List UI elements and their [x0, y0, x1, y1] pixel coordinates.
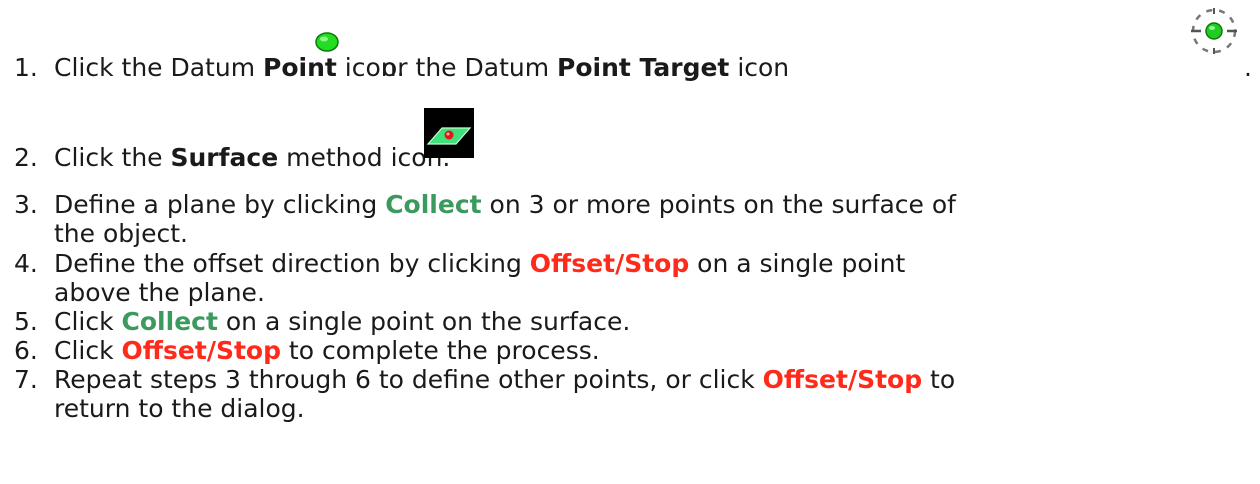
- collect-keyword: Collect: [121, 307, 218, 336]
- point-target-label: Point Target: [557, 53, 730, 82]
- step-number: 4.: [14, 249, 38, 278]
- target-crosshair-icon: [1185, 0, 1243, 62]
- step-text: Click: [54, 307, 122, 336]
- step-text: Click the Datum: [54, 53, 264, 82]
- offset-stop-keyword: Offset/Stop: [121, 336, 281, 365]
- step-text: on a single point: [689, 249, 906, 278]
- step-6: 6. Click Offset/Stop to complete the proc…: [14, 336, 1244, 365]
- step-text-continued: return to the dialog.: [54, 394, 305, 423]
- step-number: 1.: [14, 53, 38, 82]
- step-text: on 3 or more points on the surface of: [481, 190, 956, 219]
- step-number: 3.: [14, 190, 38, 219]
- step-text: Define the offset direction by clicking: [54, 249, 530, 278]
- step-number: 5.: [14, 307, 38, 336]
- step-text-continued: above the plane.: [54, 278, 265, 307]
- surface-label: Surface: [170, 143, 279, 172]
- step-number: 6.: [14, 336, 38, 365]
- offset-stop-keyword: Offset/Stop: [529, 249, 690, 278]
- step-2: 2. Click the Surface method icon.: [14, 143, 1244, 172]
- surface-plane-icon: [424, 108, 474, 162]
- green-dot-icon: [312, 30, 342, 64]
- step-number: 2.: [14, 143, 38, 172]
- step-1-cont: or the Datum Point Target icon: [382, 53, 1222, 82]
- step-4: 4. Define the offset direction by clickin…: [14, 249, 1244, 307]
- step-text: Define a plane by clicking: [54, 190, 386, 219]
- step-text: or the Datum: [382, 53, 558, 82]
- step-text: icon: [729, 53, 790, 82]
- offset-stop-keyword: Offset/Stop: [762, 365, 923, 394]
- step-text: Repeat steps 3 through 6 to define other…: [54, 365, 763, 394]
- step-text: Click the: [54, 143, 171, 172]
- step-text: .: [1244, 53, 1252, 82]
- instruction-list: 1. Click the Datum Point icon. or the Dat…: [0, 0, 1260, 484]
- step-text: on a single point on the surface.: [217, 307, 631, 336]
- step-text: to complete the process.: [280, 336, 600, 365]
- step-7: 7. Repeat steps 3 through 6 to define oth…: [14, 365, 1244, 423]
- step-text-continued: the object.: [54, 219, 188, 248]
- step-text: Click: [54, 336, 122, 365]
- step-3: 3. Define a plane by clicking Collect on …: [14, 190, 1244, 248]
- step-text: to: [922, 365, 956, 394]
- step-number: 7.: [14, 365, 38, 394]
- collect-keyword: Collect: [385, 190, 482, 219]
- step-1-period: .: [1244, 53, 1254, 82]
- step-5: 5. Click Collect on a single point on the…: [14, 307, 1244, 336]
